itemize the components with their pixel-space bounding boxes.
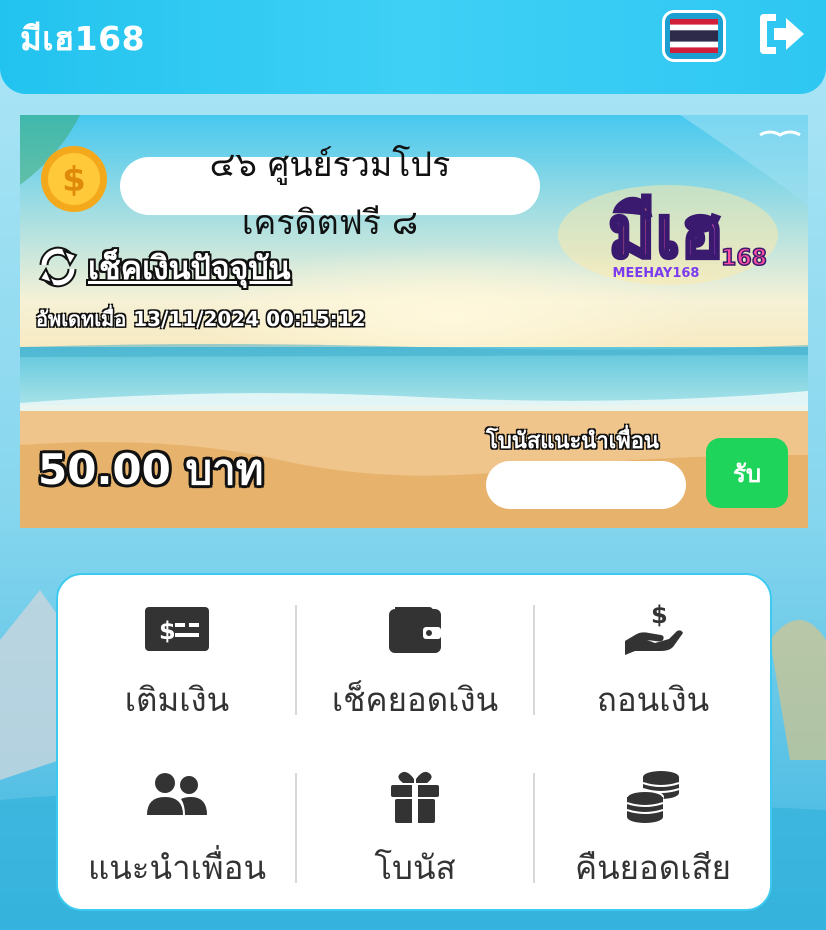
- quick-menu-card: $ เติมเงิน เช็คยอดเงิน $ ถอนเงิน แนะนำเพ…: [56, 573, 772, 911]
- menu-item-check-balance[interactable]: เช็คยอดเงิน: [296, 575, 534, 725]
- gift-icon: [391, 771, 439, 823]
- logout-icon: [760, 14, 804, 54]
- thai-flag-icon: [670, 19, 718, 53]
- referral-bonus-field[interactable]: [486, 461, 686, 509]
- check-balance-link[interactable]: เช็คเงินปัจจุบัน: [88, 243, 291, 294]
- coin-icon: $: [38, 143, 110, 215]
- wallet-icon: [389, 607, 441, 653]
- hand-dollar-icon: $: [625, 601, 683, 655]
- menu-item-label: เช็คยอดเงิน: [331, 680, 499, 719]
- menu-item-refer-friend[interactable]: แนะนำเพื่อน: [58, 743, 296, 893]
- svg-text:MEEHAY168: MEEHAY168: [613, 266, 700, 281]
- menu-item-deposit[interactable]: $ เติมเงิน: [58, 575, 296, 725]
- promo-banner: $ ๔๖ ศูนย์รวมโปร เครดิตฟรี ๘ เช็คเงินปัจ…: [20, 115, 808, 528]
- coins-stack-icon: [626, 771, 680, 823]
- users-icon: [147, 773, 207, 815]
- refresh-icon[interactable]: [36, 245, 80, 289]
- svg-text:$: $: [159, 617, 176, 645]
- brand-logo-text: มีเฮ168: [20, 19, 146, 58]
- claim-button[interactable]: รับ: [706, 438, 788, 508]
- svg-text:$: $: [62, 160, 86, 200]
- game-logo: มีเฮ 168 MEEHAY168: [548, 165, 788, 295]
- menu-item-label: โบนัส: [374, 848, 456, 887]
- logout-button[interactable]: [756, 12, 808, 56]
- top-bar: มีเฮ168: [0, 0, 826, 94]
- updated-timestamp: อัพเดทเมื่อ 13/11/2024 00:15:12: [36, 307, 366, 331]
- menu-item-label: แนะนำเพื่อน: [87, 848, 267, 887]
- svg-text:$: $: [651, 601, 668, 629]
- menu-item-bonus[interactable]: โบนัส: [296, 743, 534, 893]
- menu-item-withdraw[interactable]: $ ถอนเงิน: [534, 575, 772, 725]
- menu-item-label: คืนยอดเสีย: [575, 848, 731, 887]
- svg-text:มีเฮ: มีเฮ: [608, 190, 724, 274]
- promo-headline: ๔๖ ศูนย์รวมโปร: [209, 145, 451, 185]
- menu-item-cashback[interactable]: คืนยอดเสีย: [534, 743, 772, 893]
- language-button[interactable]: [662, 10, 726, 62]
- cash-bill-icon: $: [145, 607, 209, 651]
- menu-item-label: เติมเงิน: [124, 680, 230, 719]
- balance-amount: 50.00 บาท: [38, 445, 264, 494]
- promo-subheadline: เครดิตฟรี ๘: [241, 203, 419, 243]
- svg-text:168: 168: [721, 246, 767, 271]
- menu-item-label: ถอนเงิน: [596, 680, 710, 719]
- referral-bonus-label: โบนัสแนะนำเพื่อน: [486, 429, 659, 454]
